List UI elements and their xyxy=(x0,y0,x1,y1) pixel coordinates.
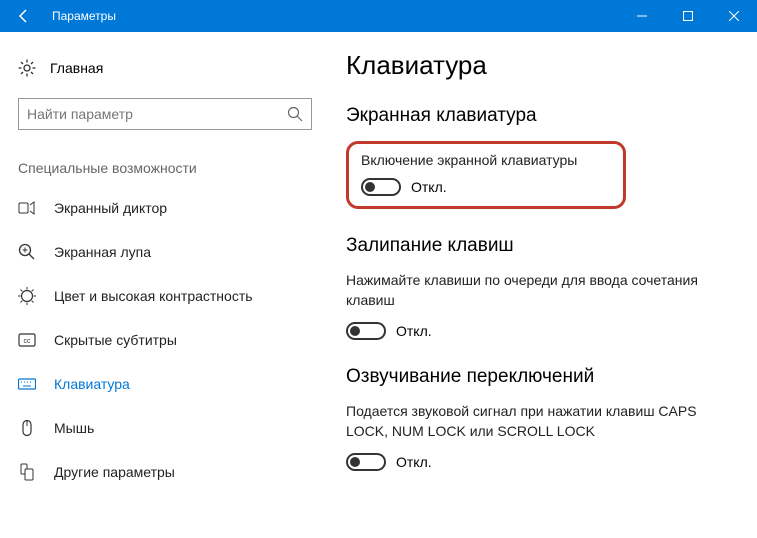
section-heading-sticky-keys: Залипание клавиш xyxy=(346,235,729,257)
mouse-icon xyxy=(18,419,36,437)
arrow-left-icon xyxy=(16,8,32,24)
highlight-annotation: Включение экранной клавиатуры Откл. xyxy=(346,141,626,209)
sidebar-item-label: Другие параметры xyxy=(54,464,175,480)
magnifier-icon xyxy=(18,243,36,261)
window-titlebar: Параметры xyxy=(0,0,757,32)
gear-icon xyxy=(18,59,36,77)
minimize-button[interactable] xyxy=(619,0,665,32)
svg-text:cc: cc xyxy=(24,338,32,345)
sidebar-item-label: Экранная лупа xyxy=(54,244,151,260)
toggle-keys-description: Подается звуковой сигнал при нажатии кла… xyxy=(346,402,729,441)
cc-icon: cc xyxy=(18,331,36,349)
sidebar-item-closed-captions[interactable]: cc Скрытые субтитры xyxy=(0,318,330,362)
sidebar-item-label: Экранный диктор xyxy=(54,200,167,216)
home-label: Главная xyxy=(50,60,103,76)
maximize-button[interactable] xyxy=(665,0,711,32)
toggle-sticky-keys[interactable] xyxy=(346,322,386,340)
window-controls xyxy=(619,0,757,32)
search-input-wrap[interactable] xyxy=(18,98,312,130)
section-heading-onscreen-keyboard: Экранная клавиатура xyxy=(346,105,729,127)
other-icon xyxy=(18,463,36,481)
keyboard-icon xyxy=(18,375,36,393)
sidebar-item-magnifier[interactable]: Экранная лупа xyxy=(0,230,330,274)
sidebar: Главная Специальные возможности Экранный… xyxy=(0,32,330,538)
sidebar-item-mouse[interactable]: Мышь xyxy=(0,406,330,450)
main-content: Клавиатура Экранная клавиатура Включение… xyxy=(330,32,757,538)
back-button[interactable] xyxy=(0,0,48,32)
sidebar-group-label: Специальные возможности xyxy=(0,130,330,186)
sidebar-item-label: Скрытые субтитры xyxy=(54,332,177,348)
section-heading-toggle-keys: Озвучивание переключений xyxy=(346,366,729,388)
sidebar-item-label: Цвет и высокая контрастность xyxy=(54,288,253,304)
home-link[interactable]: Главная xyxy=(0,50,330,86)
sidebar-item-label: Мышь xyxy=(54,420,94,436)
sidebar-item-narrator[interactable]: Экранный диктор xyxy=(0,186,330,230)
search-icon xyxy=(287,106,303,122)
sidebar-item-other[interactable]: Другие параметры xyxy=(0,450,330,494)
toggle-state-label: Откл. xyxy=(396,454,432,470)
narrator-icon xyxy=(18,199,36,217)
toggle-sound-keys[interactable] xyxy=(346,453,386,471)
toggle-onscreen-keyboard[interactable] xyxy=(361,178,401,196)
maximize-icon xyxy=(683,11,693,21)
window-title: Параметры xyxy=(48,9,619,23)
sidebar-item-high-contrast[interactable]: Цвет и высокая контрастность xyxy=(0,274,330,318)
minimize-icon xyxy=(637,11,647,21)
option-label-onscreen-keyboard: Включение экранной клавиатуры xyxy=(361,152,611,168)
page-title: Клавиатура xyxy=(346,50,729,81)
sidebar-item-label: Клавиатура xyxy=(54,376,130,392)
sticky-keys-description: Нажимайте клавиши по очереди для ввода с… xyxy=(346,271,729,310)
search-input[interactable] xyxy=(27,106,287,122)
close-icon xyxy=(729,11,739,21)
toggle-state-label: Откл. xyxy=(411,179,447,195)
contrast-icon xyxy=(18,287,36,305)
toggle-state-label: Откл. xyxy=(396,323,432,339)
sidebar-item-keyboard[interactable]: Клавиатура xyxy=(0,362,330,406)
close-button[interactable] xyxy=(711,0,757,32)
